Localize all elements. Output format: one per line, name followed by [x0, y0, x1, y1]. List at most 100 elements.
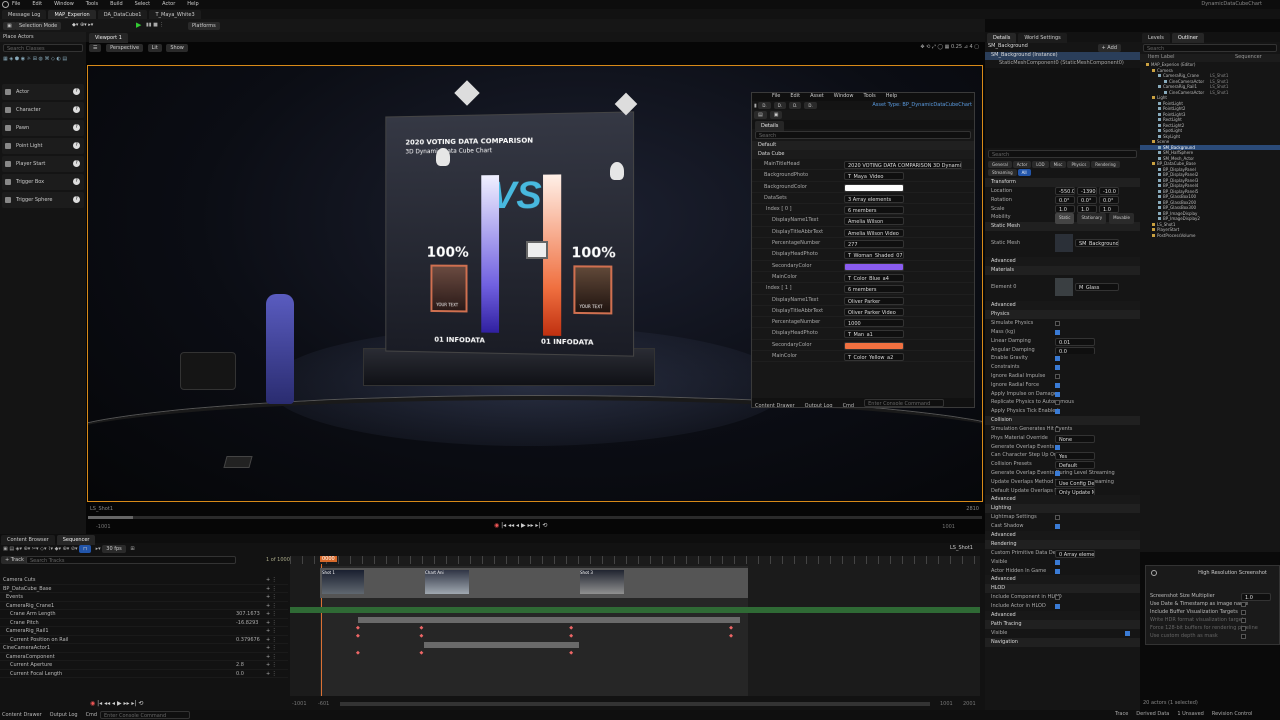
status-item[interactable]: Content Drawer	[2, 712, 42, 718]
row-value[interactable]	[844, 183, 904, 192]
row-value[interactable]: Oliver Parker Video	[844, 307, 904, 316]
content-icon[interactable]: ◆▾ ⊕▾ ▸▾	[72, 22, 93, 28]
static-mesh-field[interactable]: SM_Background	[1075, 239, 1119, 248]
property-value[interactable]: Yes	[1055, 452, 1095, 461]
floating-menu-item[interactable]: Asset	[810, 93, 824, 99]
hrs-checkbox[interactable]	[1241, 626, 1246, 631]
floating-menu-item[interactable]: File	[772, 93, 780, 99]
row-value[interactable]: T_Color_Blue_a4	[844, 273, 904, 282]
actor-category-icons[interactable]: ▦ ◈ ⬢ ◉ ☼ ⊞ ◍ ⌘ ◇ ◐ ▤	[0, 54, 86, 64]
mannequin[interactable]	[266, 294, 294, 404]
filter-tab[interactable]: Streaming	[988, 169, 1017, 176]
platforms-button[interactable]: Platforms	[188, 22, 220, 30]
row-value[interactable]	[844, 262, 904, 271]
help-icon[interactable]: ?	[73, 142, 80, 149]
property-checkbox[interactable]	[1055, 559, 1060, 565]
shot-thumb[interactable]: Chart Ani	[425, 570, 469, 594]
property-value[interactable]: 0.0	[1055, 346, 1095, 355]
property-checkbox[interactable]	[1055, 365, 1060, 371]
property-checkbox[interactable]	[1055, 400, 1060, 406]
key-marker[interactable]: ◆ ◆ ◆	[356, 650, 573, 656]
world-settings-tab[interactable]: World Settings	[1018, 33, 1067, 43]
property-checkbox[interactable]	[1055, 515, 1060, 521]
track-add-icon[interactable]: + ⋮	[266, 653, 277, 661]
track-value[interactable]: 0.379676	[236, 636, 260, 644]
property-value[interactable]: 0 Array elements	[1055, 549, 1095, 558]
help-icon[interactable]: ?	[73, 88, 80, 95]
advanced-toggle[interactable]: Advanced	[985, 495, 1140, 505]
mobility-option[interactable]: Movable	[1109, 213, 1134, 225]
details-search-input[interactable]: Search	[988, 150, 1137, 158]
menu-item-help[interactable]: Help	[187, 1, 198, 7]
property-checkbox[interactable]	[1055, 470, 1060, 476]
fps-dropdown[interactable]: 30 fps	[102, 545, 126, 553]
track-add-icon[interactable]: + ⋮	[266, 619, 277, 627]
status-item[interactable]: Cmd	[86, 712, 98, 718]
floating-menu-item[interactable]: Tools	[863, 93, 875, 99]
sequencer-track[interactable]: CameraRig_Rail1 + ⋮	[0, 627, 288, 636]
row-value[interactable]: Amelia Wilson	[844, 217, 904, 226]
floating-footer-item[interactable]: Content Drawer	[755, 403, 795, 407]
status-item[interactable]: Output Log	[50, 712, 78, 718]
filter-tab[interactable]: Physics	[1067, 161, 1091, 168]
materials-section[interactable]: Materials	[985, 266, 1140, 276]
status-right-item[interactable]: Revision Control	[1212, 711, 1253, 717]
levels-tab[interactable]: Levels	[1142, 33, 1170, 43]
property-value[interactable]: Use Config Default	[1055, 478, 1095, 487]
row-value[interactable]: T_Maya_Video	[844, 172, 904, 181]
selection-mode-button[interactable]: Selection Mode	[15, 22, 62, 30]
property-value[interactable]: Default	[1055, 461, 1095, 469]
sequencer-track[interactable]: Events + ⋮	[0, 593, 288, 602]
spot-light-icon[interactable]	[454, 80, 480, 106]
row-value[interactable]: 2020 VOTING DATA COMPARISON 3D Dynamic D…	[844, 161, 962, 169]
mobility-option[interactable]: Static	[1055, 213, 1075, 225]
row-value[interactable]: T_Man_a1	[844, 330, 904, 339]
row-value[interactable]: T_Color_Yellow_a2	[844, 353, 904, 362]
place-actor-item[interactable]: Point Light?	[2, 138, 84, 154]
timeline-ruler[interactable]	[290, 556, 980, 564]
row-value[interactable]: 6 members	[844, 285, 904, 294]
menu-item-select[interactable]: Select	[135, 1, 150, 7]
property-checkbox[interactable]	[1055, 444, 1060, 450]
advanced-toggle[interactable]: Advanced	[985, 610, 1140, 620]
save-icon[interactable]: ▣	[3, 22, 16, 30]
point-light-icon[interactable]	[610, 162, 624, 180]
physics-section[interactable]: Physics	[985, 310, 1140, 320]
playhead-frame[interactable]: 0000	[320, 556, 337, 562]
path-tracing-section[interactable]: Path Tracing	[985, 619, 1140, 629]
sequencer-track[interactable]: CineCameraActor1 + ⋮	[0, 644, 288, 653]
add-component-button[interactable]: + Add	[1097, 44, 1121, 52]
filter-tab[interactable]: Actor	[1012, 161, 1032, 168]
track-value[interactable]: 307.1673	[236, 610, 260, 618]
floating-footer-item[interactable]: Output Log	[805, 403, 833, 407]
collision-section[interactable]: Collision	[985, 415, 1140, 425]
transform-section[interactable]: Transform	[985, 178, 1140, 187]
property-checkbox[interactable]	[1055, 321, 1060, 327]
key-marker[interactable]: ◆ ◆ ◆ ◆	[356, 625, 733, 631]
sequencer-track[interactable]: CameraComponent + ⋮	[0, 653, 288, 661]
place-actor-item[interactable]: Trigger Box?	[2, 174, 84, 190]
help-icon[interactable]: ?	[73, 106, 80, 113]
hrs-checkbox[interactable]	[1241, 618, 1246, 623]
mobility-option[interactable]: Stationary	[1077, 213, 1107, 225]
track-value[interactable]: 2.8	[236, 661, 244, 669]
console-input[interactable]: Enter Console Command	[100, 711, 190, 719]
sequencer-track[interactable]: Camera Cuts + ⋮	[0, 576, 288, 585]
perspective-button[interactable]: Perspective	[106, 44, 144, 52]
camera-cut-track[interactable]	[320, 568, 748, 598]
property-checkbox[interactable]	[1055, 409, 1060, 415]
filter-tab[interactable]: LOD	[1032, 161, 1049, 168]
sequencer-track[interactable]: Current Position on Rail 0.379676 + ⋮	[0, 636, 288, 644]
property-value[interactable]: None	[1055, 434, 1095, 443]
scale_vals-field[interactable]: 1.0	[1055, 204, 1075, 213]
folder-icon[interactable]: ▤	[754, 111, 767, 119]
property-checkbox[interactable]	[1055, 391, 1060, 397]
track-add-icon[interactable]: + ⋮	[266, 585, 277, 593]
place-actor-item[interactable]: Pawn?	[2, 120, 84, 136]
instance-row[interactable]: SM_Background (Instance)	[985, 52, 1140, 60]
row-value[interactable]: 277	[844, 240, 904, 249]
property-checkbox[interactable]	[1055, 373, 1060, 379]
track-add-icon[interactable]: + ⋮	[266, 610, 277, 618]
sequencer-header[interactable]: Sequencer	[1235, 54, 1262, 60]
row-value[interactable]: 1000	[844, 319, 904, 328]
